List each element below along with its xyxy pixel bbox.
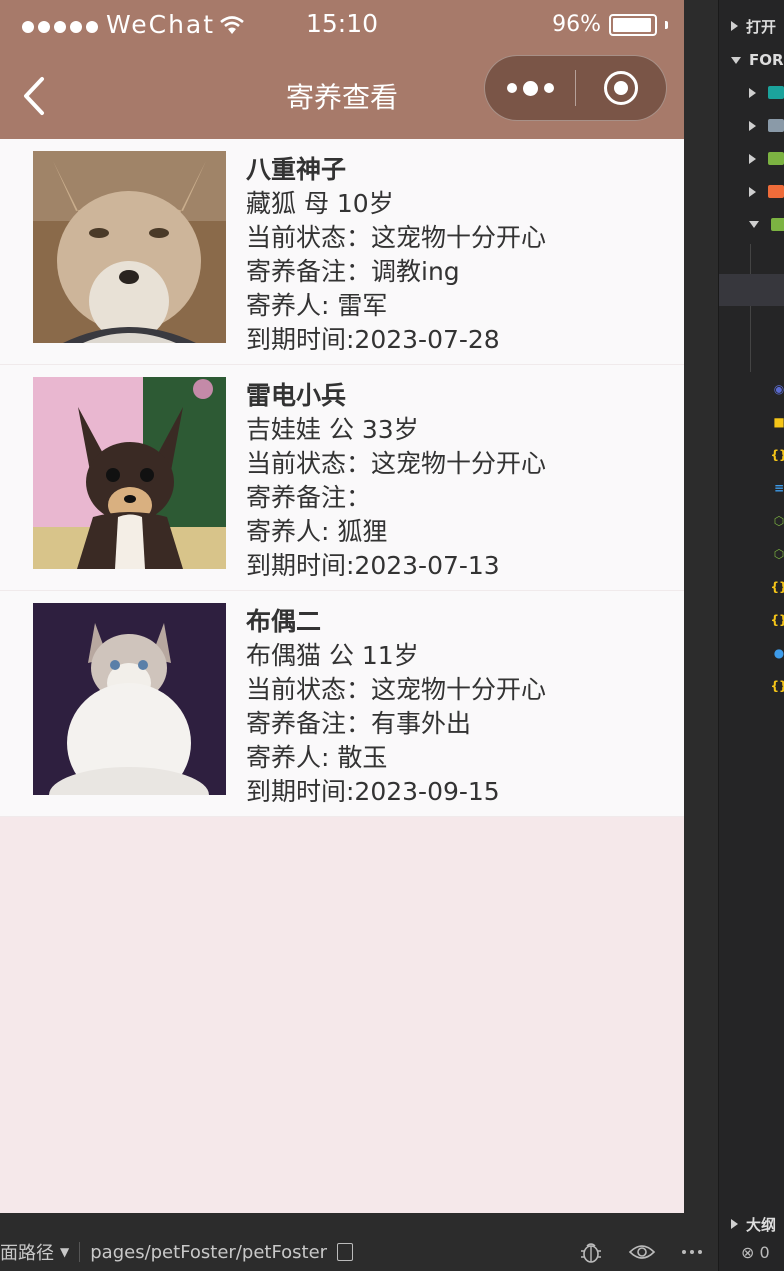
battery-tip — [665, 20, 668, 29]
open-editors-header[interactable]: 打开 — [719, 12, 776, 40]
navigation-bar: 寄养查看 — [0, 46, 684, 139]
folder-open-icon — [771, 218, 784, 231]
tree-folder-item[interactable] — [749, 86, 784, 99]
file-icon-js[interactable]: ■ — [771, 414, 784, 430]
chevron-right-icon — [749, 153, 756, 164]
pet-name: 布偶二 — [246, 607, 322, 636]
more-dot-icon — [543, 83, 554, 93]
file-icon-css[interactable]: ≡ — [771, 480, 784, 496]
file-icon-json[interactable]: {} — [770, 678, 784, 694]
mini-program-capsule — [484, 55, 667, 121]
info-icon[interactable]: ● — [771, 645, 784, 661]
foster-card[interactable]: 雷电小兵 吉娃娃 公 33岁 当前状态：这宠物十分开心 寄养备注： 寄养人: 狐… — [0, 365, 684, 591]
file-icon-json[interactable]: {} — [770, 612, 784, 628]
simulator-screen: WeChat 15:10 96% 寄养查看 八重神子 藏狐 母 10岁 当前状态… — [0, 0, 684, 1213]
foster-info: 八重神子 藏狐 母 10岁 当前状态：这宠物十分开心 寄养备注：调教ing 寄养… — [246, 153, 546, 357]
target-circle-icon — [603, 71, 638, 105]
folder-icon — [768, 86, 784, 99]
open-editors-label: 打开 — [746, 17, 777, 36]
foster-note: 寄养备注：有事外出 — [246, 709, 472, 738]
pet-breed-info: 布偶猫 公 11岁 — [246, 641, 419, 670]
foster-owner: 寄养人: 雷军 — [246, 291, 388, 320]
foster-note: 寄养备注：调教ing — [246, 257, 460, 286]
explorer-panel: 打开 FORC ◉ ■ {} ≡ ⬡ ⬡ {} {} ● {} 大纲 ⊗ 0 — [718, 0, 784, 1271]
outline-header[interactable]: 大纲 — [719, 1210, 776, 1238]
chevron-down-icon[interactable]: ▼ — [60, 1245, 69, 1259]
foster-note: 寄养备注： — [246, 483, 372, 512]
folder-icon — [768, 185, 784, 198]
file-icon-json[interactable]: {} — [770, 579, 784, 595]
chevron-down-icon — [749, 221, 759, 228]
foster-info: 布偶二 布偶猫 公 11岁 当前状态：这宠物十分开心 寄养备注：有事外出 寄养人… — [246, 605, 546, 809]
page-path-value: pages/petFoster/petFoster — [90, 1241, 328, 1263]
close-mini-program-button[interactable] — [576, 56, 666, 120]
tree-selected-row[interactable] — [719, 274, 784, 306]
pet-photo-fox — [33, 151, 226, 343]
file-icon-json[interactable]: {} — [770, 447, 784, 463]
page-path-label[interactable]: 面路径 — [0, 1239, 54, 1265]
foster-info: 雷电小兵 吉娃娃 公 33岁 当前状态：这宠物十分开心 寄养备注： 寄养人: 狐… — [246, 379, 546, 583]
file-icon-node[interactable]: ⬡ — [771, 546, 784, 562]
file-icon-circle[interactable]: ◉ — [771, 381, 784, 397]
tibetan-fox-image — [33, 151, 226, 343]
toolbar-divider — [79, 1242, 81, 1262]
foster-owner: 寄养人: 狐狸 — [246, 517, 388, 546]
copy-icon[interactable] — [337, 1243, 354, 1261]
devtools-bottom-bar: 面路径 ▼ pages/petFoster/petFoster — [0, 1233, 716, 1271]
tree-indent-guide — [750, 244, 751, 372]
battery-group: 96% — [552, 12, 668, 37]
file-icon-node[interactable]: ⬡ — [771, 513, 784, 529]
eye-icon[interactable] — [628, 1242, 656, 1262]
status-bar: WeChat 15:10 96% — [0, 0, 684, 46]
pet-photo-chihuahua — [33, 377, 226, 569]
pet-status: 当前状态：这宠物十分开心 — [246, 675, 547, 704]
pet-status: 当前状态：这宠物十分开心 — [246, 223, 547, 252]
folder-icon — [768, 152, 784, 165]
tree-folder-item[interactable] — [749, 218, 784, 231]
tree-folder-item[interactable] — [749, 119, 784, 132]
pet-name: 八重神子 — [246, 155, 347, 184]
project-label: FORC — [749, 51, 784, 69]
chihuahua-image — [33, 377, 226, 569]
foster-expire: 到期时间:2023-09-15 — [246, 777, 500, 806]
battery-percent: 96% — [552, 12, 601, 37]
more-dot-icon — [506, 83, 517, 93]
foster-list: 八重神子 藏狐 母 10岁 当前状态：这宠物十分开心 寄养备注：调教ing 寄养… — [0, 139, 684, 817]
battery-icon — [609, 13, 657, 36]
project-header[interactable]: FORC — [719, 46, 784, 74]
ragdoll-cat-image — [33, 603, 226, 795]
tree-folder-item[interactable] — [749, 185, 784, 198]
chevron-down-icon — [731, 56, 741, 64]
devtools-actions — [578, 1239, 704, 1265]
error-circle-icon: ⊗ — [741, 1243, 755, 1262]
more-dot-icon — [522, 80, 538, 96]
battery-fill — [613, 17, 651, 32]
error-status[interactable]: ⊗ 0 — [741, 1243, 770, 1262]
foster-card[interactable]: 八重神子 藏狐 母 10岁 当前状态：这宠物十分开心 寄养备注：调教ing 寄养… — [0, 139, 684, 365]
more-options-icon[interactable] — [680, 1247, 704, 1257]
foster-expire: 到期时间:2023-07-13 — [246, 551, 500, 580]
chevron-right-icon — [731, 21, 738, 31]
pet-breed-info: 藏狐 母 10岁 — [246, 189, 394, 218]
chevron-right-icon — [731, 1219, 738, 1229]
pet-photo-cat — [33, 603, 226, 795]
pet-name: 雷电小兵 — [246, 381, 347, 410]
folder-icon — [768, 119, 784, 132]
tree-folder-item[interactable] — [749, 152, 784, 165]
pet-status: 当前状态：这宠物十分开心 — [246, 449, 547, 478]
bug-icon[interactable] — [578, 1239, 604, 1265]
chevron-right-icon — [749, 87, 756, 98]
foster-card[interactable]: 布偶二 布偶猫 公 11岁 当前状态：这宠物十分开心 寄养备注：有事外出 寄养人… — [0, 591, 684, 817]
chevron-right-icon — [749, 120, 756, 131]
more-menu-button[interactable] — [485, 56, 575, 120]
pet-breed-info: 吉娃娃 公 33岁 — [246, 415, 419, 444]
outline-label: 大纲 — [746, 1215, 777, 1234]
error-count: 0 — [759, 1243, 770, 1262]
foster-owner: 寄养人: 散玉 — [246, 743, 388, 772]
chevron-right-icon — [749, 186, 756, 197]
foster-expire: 到期时间:2023-07-28 — [246, 325, 500, 354]
